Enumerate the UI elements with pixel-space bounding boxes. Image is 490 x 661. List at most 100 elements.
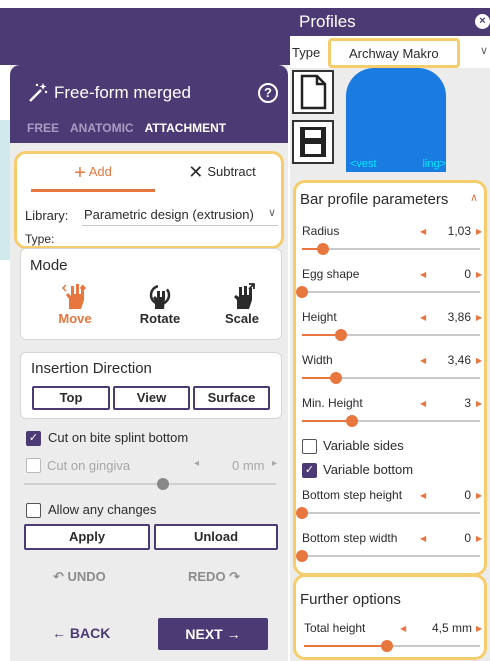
save-button[interactable] xyxy=(292,120,334,164)
further-options-title: Further options xyxy=(300,591,401,608)
bottom-step-height-slider-thumb[interactable] xyxy=(296,507,308,519)
subtract-tab[interactable]: ✕ Subtract xyxy=(167,162,277,190)
radius-slider[interactable] xyxy=(302,243,480,255)
slider-fill xyxy=(302,420,352,422)
panel-title: Free-form merged xyxy=(54,83,191,102)
cut-gingiva-slider-thumb[interactable] xyxy=(156,478,169,490)
variable-sides-label: Variable sides xyxy=(323,438,404,453)
view-button[interactable]: View xyxy=(113,386,190,410)
back-button[interactable]: ← BACK xyxy=(52,625,110,641)
decrease-arrow-icon[interactable]: ◀ xyxy=(400,624,406,633)
variable-bottom-checkbox[interactable]: ✓ xyxy=(302,463,317,478)
total-height-label: Total height xyxy=(304,621,366,635)
add-tab[interactable]: + Add xyxy=(31,162,155,190)
increase-arrow-icon[interactable]: ▶ xyxy=(476,313,482,322)
redo-label: REDO xyxy=(188,569,226,584)
min-height-slider[interactable] xyxy=(302,415,480,427)
rotate-label: Rotate xyxy=(139,311,181,326)
close-icon[interactable]: × xyxy=(475,14,490,29)
total-height-slider[interactable] xyxy=(304,640,480,652)
undo-button[interactable]: ↶ UNDO xyxy=(53,569,106,585)
param-value[interactable]: 3 xyxy=(431,396,471,410)
param-label: Bottom step height xyxy=(302,488,403,502)
variable-bottom-label: Variable bottom xyxy=(323,462,414,477)
param-value[interactable]: 3,46 xyxy=(431,353,471,367)
decrease-arrow-icon[interactable]: ◀ xyxy=(420,270,426,279)
tab-free[interactable]: FREE xyxy=(27,121,59,135)
decrease-arrow-icon[interactable]: ◀ xyxy=(420,534,426,543)
increase-arrow-icon[interactable]: ▶ xyxy=(476,399,482,408)
free-form-panel-header: Free-form merged ? FREE ANATOMIC ATTACHM… xyxy=(10,65,288,143)
cut-gingiva-checkbox[interactable] xyxy=(26,458,41,473)
add-subtract-card: + Add ✕ Subtract Library: Parametric desig… xyxy=(14,151,284,249)
mode-tabs: FREE ANATOMIC ATTACHMENT xyxy=(27,121,226,135)
move-button[interactable]: Move xyxy=(45,281,105,326)
save-icon xyxy=(300,127,326,157)
increase-arrow-icon[interactable]: ▶ xyxy=(476,356,482,365)
increase-arrow-icon[interactable]: ▶ xyxy=(476,270,482,279)
allow-changes-checkbox[interactable] xyxy=(26,503,41,518)
rotate-button[interactable]: Rotate xyxy=(130,281,190,326)
radius-slider-thumb[interactable] xyxy=(317,243,330,255)
bar-profile-parameters-card: Bar profile parameters ∧ Radius ◀ 1,03 ▶… xyxy=(293,180,487,576)
min-height-slider-thumb[interactable] xyxy=(345,415,358,427)
top-button[interactable]: Top xyxy=(32,386,110,410)
profiles-panel: Profiles × Type Archway Makro ∨ <vest li… xyxy=(290,8,490,661)
cut-gingiva-slider[interactable] xyxy=(24,478,276,490)
chevron-down-icon[interactable]: ∨ xyxy=(480,44,488,57)
unload-button[interactable]: Unload xyxy=(154,524,278,550)
tab-attachment[interactable]: ATTACHMENT xyxy=(145,121,227,135)
increase-arrow-icon[interactable]: ▶ xyxy=(476,534,482,543)
help-icon[interactable]: ? xyxy=(258,83,278,103)
profile-preview: <vest ling> xyxy=(346,68,446,172)
bottom-step-height-slider[interactable] xyxy=(296,507,480,519)
decrease-arrow-icon[interactable]: ◀ xyxy=(420,356,426,365)
move-hand-icon xyxy=(45,281,105,311)
magic-wand-icon-svg xyxy=(29,83,48,102)
x-icon: ✕ xyxy=(188,162,204,182)
param-value[interactable]: 0 xyxy=(431,531,471,545)
cut-gingiva-value: 0 mm xyxy=(232,458,265,473)
param-value[interactable]: 0 xyxy=(431,488,471,502)
new-file-icon xyxy=(300,74,327,110)
increase-arrow-icon[interactable]: ▶ xyxy=(476,491,482,500)
add-tab-underline xyxy=(31,189,155,192)
total-height-value[interactable]: 4,5 mm xyxy=(420,621,472,635)
scale-button[interactable]: Scale xyxy=(212,281,272,326)
egg-shape-slider-thumb[interactable] xyxy=(296,286,308,298)
variable-sides-checkbox[interactable] xyxy=(302,439,317,454)
apply-button[interactable]: Apply xyxy=(24,524,150,550)
redo-button[interactable]: REDO ↷ xyxy=(188,569,240,585)
decrease-arrow-icon[interactable]: ◀ xyxy=(420,399,426,408)
width-slider[interactable] xyxy=(302,372,480,384)
decrease-arrow-icon[interactable]: ◂ xyxy=(194,458,199,469)
height-slider-thumb[interactable] xyxy=(335,329,348,341)
bottom-step-width-slider-thumb[interactable] xyxy=(296,550,308,562)
total-height-slider-thumb[interactable] xyxy=(380,640,393,652)
surface-button[interactable]: Surface xyxy=(193,386,270,410)
increase-arrow-icon[interactable]: ▶ xyxy=(476,227,482,236)
type-label: Type xyxy=(292,45,321,60)
bottom-step-width-slider[interactable] xyxy=(296,550,480,562)
library-select[interactable]: Parametric design (extrusion) ∨ xyxy=(82,204,278,226)
param-value[interactable]: 1,03 xyxy=(431,224,471,238)
param-value[interactable]: 3,86 xyxy=(431,310,471,324)
decrease-arrow-icon[interactable]: ◀ xyxy=(420,227,426,236)
profiles-title: Profiles xyxy=(299,12,356,31)
increase-arrow-icon[interactable]: ▶ xyxy=(476,624,482,633)
next-button[interactable]: NEXT → xyxy=(158,618,268,650)
decrease-arrow-icon[interactable]: ◀ xyxy=(420,313,426,322)
width-slider-thumb[interactable] xyxy=(329,372,342,384)
increase-arrow-icon[interactable]: ▸ xyxy=(272,458,277,469)
decrease-arrow-icon[interactable]: ◀ xyxy=(420,491,426,500)
egg-shape-slider[interactable] xyxy=(296,286,480,298)
type-select[interactable]: Archway Makro xyxy=(328,38,460,68)
chevron-up-icon[interactable]: ∧ xyxy=(470,191,478,204)
tab-anatomic[interactable]: ANATOMIC xyxy=(70,121,134,135)
height-slider[interactable] xyxy=(302,329,480,341)
free-form-panel: Free-form merged ? FREE ANATOMIC ATTACHM… xyxy=(10,65,288,661)
cut-bite-checkbox[interactable]: ✓ xyxy=(26,431,41,446)
subtract-tab-label: Subtract xyxy=(207,164,256,179)
param-value[interactable]: 0 xyxy=(431,267,471,281)
new-file-button[interactable] xyxy=(292,70,334,114)
